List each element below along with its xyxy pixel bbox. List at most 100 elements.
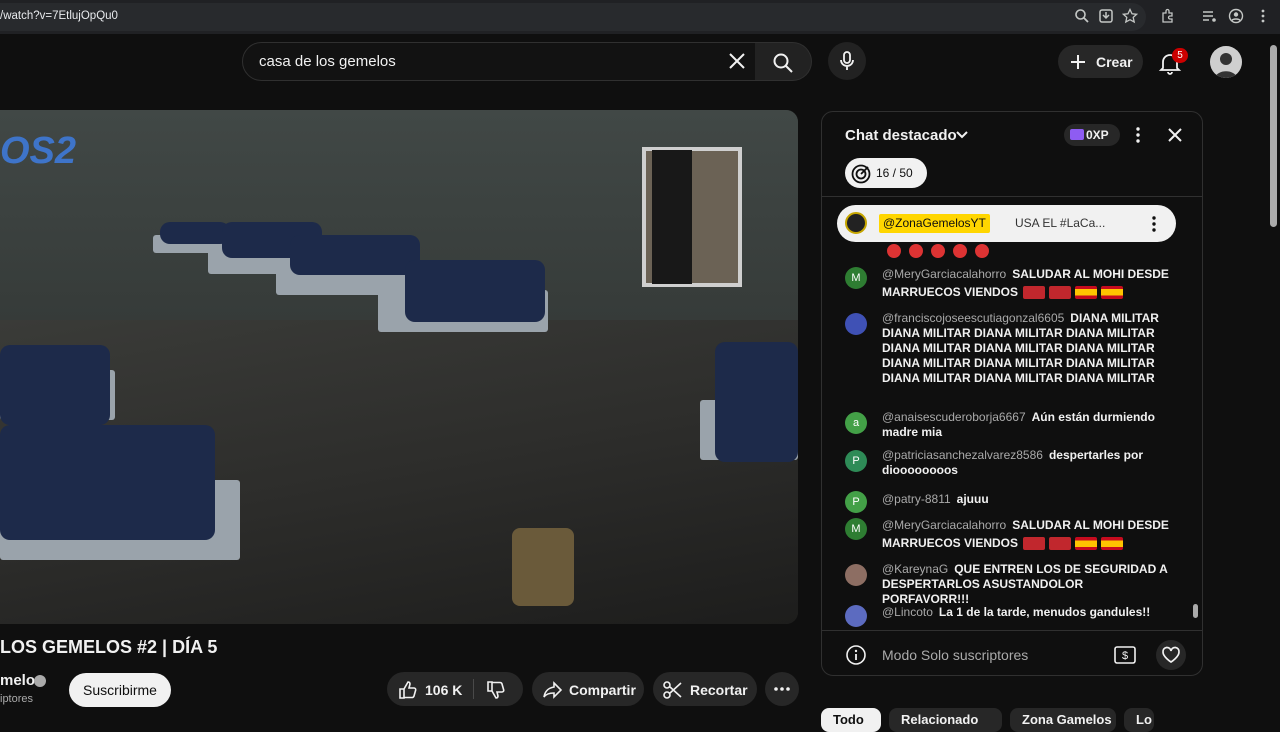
heart-reaction-button[interactable] xyxy=(1156,640,1186,670)
subscribe-button[interactable]: Suscribirme xyxy=(69,673,171,707)
super-chat-icon[interactable]: $ xyxy=(1112,642,1138,668)
url-text: /watch?v=7EtlujOpQu0 xyxy=(0,10,118,22)
message-text: ajuuu xyxy=(956,492,989,506)
info-icon[interactable] xyxy=(845,644,867,666)
browser-menu-icon[interactable] xyxy=(1255,8,1271,24)
account-avatar[interactable] xyxy=(1210,46,1242,78)
xp-badge[interactable]: 0XP xyxy=(1064,124,1120,146)
bookmark-star-icon[interactable] xyxy=(1122,8,1138,24)
live-chat-panel: Chat destacado 0XP 16 / 50 @ZonaGemelosY… xyxy=(821,111,1203,676)
share-label: Compartir xyxy=(569,682,636,698)
message-avatar: M xyxy=(845,267,867,289)
profile-icon[interactable] xyxy=(1228,8,1244,24)
create-button[interactable]: Crear xyxy=(1058,45,1143,78)
message-author: @patry-8811 xyxy=(882,492,951,506)
target-icon xyxy=(851,164,871,184)
chat-message[interactable]: M @MeryGarciacalahorro SALUDAR AL MOHI DE… xyxy=(845,516,1169,552)
pinned-menu-icon[interactable] xyxy=(1146,215,1162,233)
chat-message[interactable]: P @patry-8811 ajuuu xyxy=(845,489,1165,513)
page-scrollbar[interactable] xyxy=(1270,45,1277,227)
message-avatar xyxy=(845,564,867,586)
video-scene-blanket xyxy=(290,235,420,275)
flag-morocco-icon xyxy=(1049,286,1072,300)
browser-toolbar: /watch?v=7EtlujOpQu0 xyxy=(0,0,1280,34)
flag-spain-icon xyxy=(1101,286,1124,300)
search-button[interactable] xyxy=(755,42,812,81)
message-author: @MeryGarciacalahorro xyxy=(882,267,1007,281)
clear-search-icon[interactable] xyxy=(725,49,749,73)
chat-message[interactable]: @franciscojoseescutiagonzal6605 DIANA MIL… xyxy=(845,311,1165,403)
chat-message[interactable]: M @MeryGarciacalahorro SALUDAR AL MOHI DE… xyxy=(845,265,1169,301)
progress-label: 16 / 50 xyxy=(876,166,913,180)
video-player[interactable]: OS2 xyxy=(0,110,798,624)
pinned-text: USA EL #LaCa... xyxy=(1015,216,1106,230)
chip-all[interactable]: Todo xyxy=(821,708,881,732)
video-scene-blanket xyxy=(0,425,215,540)
like-count[interactable]: 106 K xyxy=(425,682,462,698)
chat-menu-icon[interactable] xyxy=(1130,126,1146,144)
chat-message[interactable]: @KareynaG QUE ENTREN LOS DE SEGURIDAD A D… xyxy=(845,562,1167,606)
share-button[interactable]: Compartir xyxy=(532,672,644,706)
like-divider xyxy=(473,679,474,699)
engagement-progress-chip[interactable]: 16 / 50 xyxy=(845,158,927,188)
more-actions-button[interactable] xyxy=(765,672,799,706)
emoji-row xyxy=(887,243,997,259)
message-author: @MeryGarciacalahorro xyxy=(882,518,1007,532)
video-scene-doorway xyxy=(652,150,692,284)
clip-button[interactable]: Recortar xyxy=(653,672,757,706)
chat-message[interactable]: @Lincoto La 1 de la tarde, menudos gandul… xyxy=(845,603,1165,627)
message-avatar: P xyxy=(845,491,867,513)
subscriber-count: iptores xyxy=(0,693,34,705)
chat-message[interactable]: a @anaisescuderoborja6667 Aún están durmi… xyxy=(845,410,1165,442)
flag-spain-icon xyxy=(1101,537,1124,551)
heart-icon xyxy=(1162,646,1180,664)
video-overlay-logo: OS2 xyxy=(0,130,77,172)
verified-badge-icon xyxy=(34,675,46,687)
like-dislike-group: 106 K xyxy=(387,672,523,706)
svg-text:$: $ xyxy=(1122,650,1128,662)
subscribers-only-mode-label: Modo Solo suscriptores xyxy=(882,647,1029,663)
video-scene-blanket xyxy=(715,342,798,462)
crown-icon xyxy=(1070,129,1084,140)
message-author: @KareynaG xyxy=(882,562,949,576)
address-bar[interactable]: /watch?v=7EtlujOpQu0 xyxy=(0,3,1146,31)
chat-header-divider xyxy=(822,196,1202,197)
notification-count-badge: 5 xyxy=(1172,48,1188,63)
chevron-down-icon[interactable] xyxy=(955,128,969,142)
xp-label: 0XP xyxy=(1086,128,1109,142)
chip-channel[interactable]: Zona Gamelos xyxy=(1010,708,1116,732)
share-icon xyxy=(543,681,563,699)
clip-label: Recortar xyxy=(690,682,748,698)
like-icon[interactable] xyxy=(397,679,419,701)
flag-morocco-icon xyxy=(1049,537,1072,551)
pinned-message[interactable]: @ZonaGemelosYT USA EL #LaCa... xyxy=(837,205,1176,242)
video-scene-blanket xyxy=(405,260,545,322)
message-avatar: P xyxy=(845,450,867,472)
video-title: LOS GEMELOS #2 | DÍA 5 xyxy=(0,637,218,657)
chip-related[interactable]: Relacionado xyxy=(889,708,1002,732)
chat-scrollbar[interactable] xyxy=(1193,604,1198,618)
search-icon xyxy=(773,53,793,73)
video-scene-basket xyxy=(512,528,574,606)
media-control-icon[interactable] xyxy=(1201,8,1217,24)
message-avatar xyxy=(845,313,867,335)
dislike-icon[interactable] xyxy=(485,679,507,701)
scissors-icon xyxy=(663,681,682,699)
zoom-icon[interactable] xyxy=(1074,8,1090,24)
flag-morocco-icon xyxy=(1023,537,1046,551)
search-query: casa de los gemelos xyxy=(259,53,396,70)
message-author: @franciscojoseescutiagonzal6605 xyxy=(882,311,1065,325)
extensions-icon[interactable] xyxy=(1160,8,1176,24)
close-icon[interactable] xyxy=(1165,125,1185,145)
chip-more[interactable]: Lo xyxy=(1124,708,1154,732)
video-scene-blanket xyxy=(160,222,230,244)
message-author: @anaisescuderoborja6667 xyxy=(882,410,1026,424)
search-input[interactable]: casa de los gemelos xyxy=(242,42,756,81)
chat-mode-title[interactable]: Chat destacado xyxy=(845,127,957,144)
chat-message[interactable]: P @patriciasanchezalvarez8586 despertarle… xyxy=(845,448,1165,480)
message-author: @Lincoto xyxy=(882,605,933,619)
install-app-icon[interactable] xyxy=(1098,8,1114,24)
video-scene-blanket xyxy=(0,345,110,425)
pinned-author-avatar xyxy=(845,212,867,234)
voice-search-button[interactable] xyxy=(828,42,866,80)
